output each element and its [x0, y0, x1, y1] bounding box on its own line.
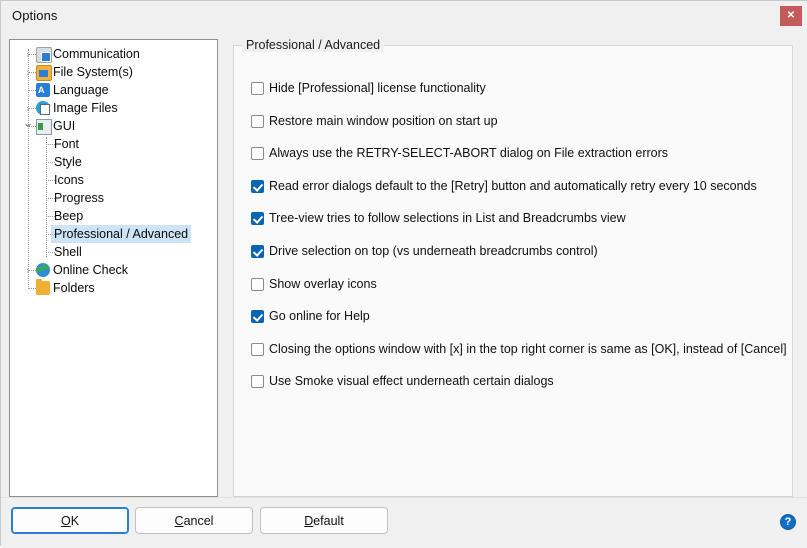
- tree-item-label: Icons: [54, 173, 84, 187]
- option-label: Hide [Professional] license functionalit…: [269, 81, 486, 95]
- checkbox-unchecked[interactable]: [251, 115, 264, 128]
- checkbox-checked[interactable]: [251, 310, 264, 323]
- tree-guide-line: [28, 270, 36, 272]
- option-label: Go online for Help: [269, 309, 370, 323]
- tree-item-font[interactable]: Font: [10, 135, 217, 153]
- close-icon[interactable]: ✕: [780, 6, 802, 26]
- tree-item-image-files[interactable]: › Image Files: [10, 99, 217, 117]
- tree-item-label: File System(s): [53, 65, 133, 79]
- default-button[interactable]: Default: [260, 507, 388, 534]
- tree-item-label: Online Check: [53, 263, 129, 277]
- cancel-button[interactable]: Cancel: [135, 507, 253, 534]
- groupbox-title: Professional / Advanced: [242, 38, 385, 52]
- checkbox-unchecked[interactable]: [251, 343, 264, 356]
- tree-guide-line: [28, 108, 36, 110]
- checkbox-unchecked[interactable]: [251, 82, 264, 95]
- tree-item-label: Beep: [54, 209, 84, 223]
- tree-item-label: Folders: [53, 281, 95, 295]
- option-label: Read error dialogs default to the [Retry…: [269, 179, 757, 193]
- folder-icon: [36, 279, 50, 295]
- tree-item-gui[interactable]: ⌄ GUI: [10, 116, 217, 135]
- checkbox-checked[interactable]: [251, 212, 264, 225]
- tree-guide-line: [28, 126, 36, 128]
- tree-item-online-check[interactable]: › Online Check: [10, 261, 217, 279]
- tree-item-shell[interactable]: Shell: [10, 243, 217, 261]
- tree-item-label: Font: [54, 137, 80, 151]
- tree-item-label: Image Files: [53, 101, 118, 115]
- checkbox-unchecked[interactable]: [251, 375, 264, 388]
- option-label: Use Smoke visual effect underneath certa…: [269, 374, 554, 388]
- tree-item-label: Shell: [54, 245, 82, 259]
- tree-guide-line: [28, 90, 36, 92]
- tree-guide-line: [28, 49, 30, 289]
- tree-item-style[interactable]: Style: [10, 153, 217, 171]
- option-label: Drive selection on top (vs underneath br…: [269, 244, 598, 258]
- window-title: Options: [12, 8, 58, 23]
- option-label: Show overlay icons: [269, 277, 377, 291]
- checkbox-unchecked[interactable]: [251, 147, 264, 160]
- tree-item-progress[interactable]: Progress: [10, 189, 217, 207]
- settings-tree: ›Communication›File System(s) Language ›Im…: [10, 40, 217, 297]
- file-system-icon: [36, 65, 52, 81]
- tree-item-label: Communication: [53, 47, 140, 61]
- tree-guide-line: [46, 234, 55, 236]
- tree-guide-line: [28, 288, 36, 290]
- option-label: Tree-view tries to follow selections in …: [269, 211, 626, 225]
- tree-item-professional-advanced[interactable]: Professional / Advanced: [10, 225, 217, 243]
- tree-item-communication[interactable]: › Communication: [10, 45, 217, 63]
- option-label: Always use the RETRY-SELECT-ABORT dialog…: [269, 146, 669, 160]
- help-icon[interactable]: ?: [780, 514, 796, 530]
- tree-item-language[interactable]: Language: [10, 81, 217, 99]
- tree-item-label: Professional / Advanced: [51, 225, 192, 243]
- tree-guide-line: [46, 252, 55, 254]
- tree-item-label: Progress: [54, 191, 105, 205]
- tree-guide-line: [46, 180, 55, 182]
- option-label: Closing the options window with [x] in t…: [269, 342, 787, 356]
- tree-item-label: Style: [54, 155, 82, 169]
- dialog-footer: OK Cancel Default ?: [1, 497, 807, 548]
- tree-guide-line: [46, 162, 55, 164]
- option-label: Restore main window position on start up: [269, 114, 498, 128]
- dialog-content: ›Communication›File System(s) Language ›Im…: [1, 31, 807, 497]
- tree-item-label: Language: [53, 83, 109, 97]
- checkbox-checked[interactable]: [251, 180, 264, 193]
- tree-guide-line: [46, 198, 55, 200]
- checkbox-checked[interactable]: [251, 245, 264, 258]
- tree-item-icons[interactable]: Icons: [10, 171, 217, 189]
- globe-icon: [36, 263, 50, 277]
- settings-tree-panel[interactable]: ›Communication›File System(s) Language ›Im…: [9, 39, 218, 497]
- checkbox-unchecked[interactable]: [251, 278, 264, 291]
- tree-guide-line: [46, 216, 55, 218]
- options-dialog: Options ✕ ›Communication›File System(s) L…: [0, 0, 807, 548]
- settings-gear-icon: [36, 47, 52, 63]
- tree-item-file-system-s[interactable]: › File System(s): [10, 63, 217, 81]
- language-icon: [36, 81, 50, 99]
- tree-item-beep[interactable]: Beep: [10, 207, 217, 225]
- tree-guide-line: [46, 144, 55, 146]
- tree-guide-line: [28, 54, 36, 56]
- tree-guide-line: [28, 72, 36, 74]
- title-bar: Options ✕: [1, 1, 807, 32]
- tree-item-label: GUI: [53, 119, 76, 133]
- image-files-icon: [36, 101, 50, 115]
- tree-guide-line: [46, 137, 48, 257]
- tree-item-folders[interactable]: Folders: [10, 279, 217, 297]
- ok-button[interactable]: OK: [11, 507, 129, 534]
- gui-window-icon: [36, 119, 52, 135]
